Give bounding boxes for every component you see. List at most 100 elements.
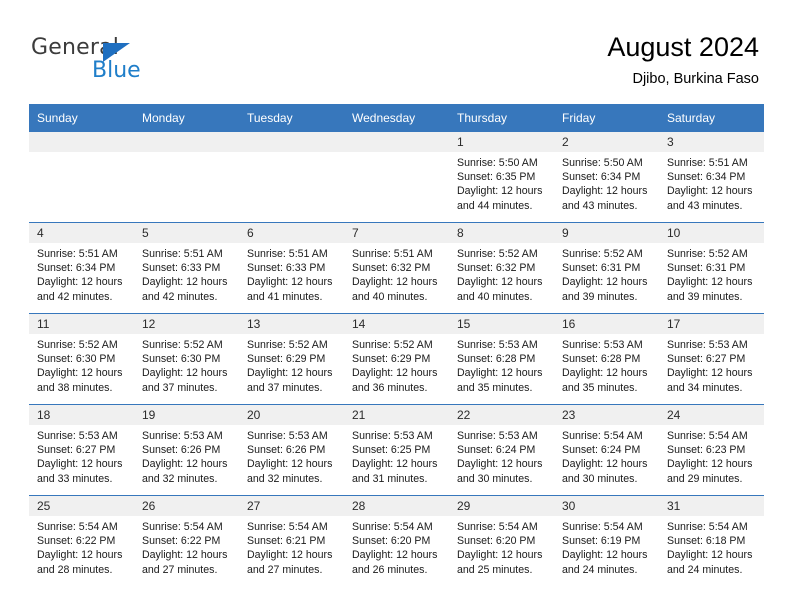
sunset-time: Sunset: 6:25 PM [352,444,431,457]
page-title: August 2024 [607,32,759,62]
calendar-day-cell[interactable]: 7 Sunrise: 5:51 AM Sunset: 6:32 PM Daylight… [344,222,449,314]
daylight-duration-line1: Daylight: 12 hours [247,276,333,289]
calendar-day-cell[interactable]: 21 Sunrise: 5:53 AM Sunset: 6:25 PM Dayligh… [344,404,449,496]
sunset-time: Sunset: 6:26 PM [247,444,326,457]
daylight-duration-line2: and 32 minutes. [247,472,323,485]
calendar-day-cell[interactable]: 18 Sunrise: 5:53 AM Sunset: 6:27 PM Dayligh… [29,404,134,496]
daylight-duration-line2: and 35 minutes. [562,381,638,394]
daylight-duration-line1: Daylight: 12 hours [247,367,333,380]
calendar-day-cell[interactable]: 28 Sunrise: 5:54 AM Sunset: 6:20 PM Dayligh… [344,495,449,586]
calendar-day-cell[interactable]: 26 Sunrise: 5:54 AM Sunset: 6:22 PM Dayligh… [134,495,239,586]
daylight-duration-line2: and 24 minutes. [667,563,743,576]
calendar-cell-empty [29,132,134,223]
daylight-duration-line1: Daylight: 12 hours [247,549,333,562]
calendar-body: 1 Sunrise: 5:50 AM Sunset: 6:35 PM Daylight… [29,132,764,586]
daylight-duration-line1: Daylight: 12 hours [457,367,543,380]
day-number: 24 [659,405,764,425]
calendar-day-cell[interactable]: 24 Sunrise: 5:54 AM Sunset: 6:23 PM Dayligh… [659,404,764,496]
daylight-duration-line2: and 27 minutes. [142,563,218,576]
sunset-time: Sunset: 6:30 PM [142,353,221,366]
day-details: Sunrise: 5:54 AM Sunset: 6:20 PM Daylight:… [449,516,554,577]
day-number: 18 [29,405,134,425]
daylight-duration-line1: Daylight: 12 hours [352,549,438,562]
daylight-duration-line1: Daylight: 12 hours [562,458,648,471]
sunset-time: Sunset: 6:20 PM [457,535,536,548]
sunset-time: Sunset: 6:31 PM [667,262,746,275]
daylight-duration-line1: Daylight: 12 hours [352,367,438,380]
day-number [29,132,134,152]
day-number: 21 [344,405,449,425]
daylight-duration-line1: Daylight: 12 hours [142,276,228,289]
sunrise-time: Sunrise: 5:53 AM [37,430,118,442]
calendar-day-cell[interactable]: 8 Sunrise: 5:52 AM Sunset: 6:32 PM Daylight… [449,222,554,314]
sunrise-time: Sunrise: 5:54 AM [457,521,538,533]
calendar-day-cell[interactable]: 3 Sunrise: 5:51 AM Sunset: 6:34 PM Daylight… [659,132,764,223]
calendar-day-cell[interactable]: 1 Sunrise: 5:50 AM Sunset: 6:35 PM Daylight… [449,132,554,223]
calendar-day-cell[interactable]: 30 Sunrise: 5:54 AM Sunset: 6:19 PM Dayligh… [554,495,659,586]
calendar-day-cell[interactable]: 5 Sunrise: 5:51 AM Sunset: 6:33 PM Daylight… [134,222,239,314]
general-blue-logo[interactable]: General Blue [31,36,181,84]
day-details: Sunrise: 5:50 AM Sunset: 6:34 PM Daylight:… [554,152,659,213]
sunrise-time: Sunrise: 5:51 AM [142,248,223,260]
column-header-thursday: Thursday [449,104,554,132]
day-details: Sunrise: 5:54 AM Sunset: 6:21 PM Daylight:… [239,516,344,577]
calendar-day-cell[interactable]: 31 Sunrise: 5:54 AM Sunset: 6:18 PM Dayligh… [659,495,764,586]
calendar-day-cell[interactable]: 10 Sunrise: 5:52 AM Sunset: 6:31 PM Dayligh… [659,222,764,314]
calendar-day-cell[interactable]: 29 Sunrise: 5:54 AM Sunset: 6:20 PM Dayligh… [449,495,554,586]
daylight-duration-line1: Daylight: 12 hours [37,276,123,289]
calendar-cell-empty [134,132,239,223]
calendar-header-row: Sunday Monday Tuesday Wednesday Thursday… [29,104,764,132]
calendar-day-cell[interactable]: 9 Sunrise: 5:52 AM Sunset: 6:31 PM Daylight… [554,222,659,314]
daylight-duration-line2: and 42 minutes. [37,290,113,303]
sunset-time: Sunset: 6:35 PM [457,171,536,184]
sunrise-time: Sunrise: 5:54 AM [352,521,433,533]
sunset-time: Sunset: 6:27 PM [667,353,746,366]
sunset-time: Sunset: 6:23 PM [667,444,746,457]
day-details: Sunrise: 5:52 AM Sunset: 6:29 PM Daylight:… [344,334,449,395]
calendar-day-cell[interactable]: 2 Sunrise: 5:50 AM Sunset: 6:34 PM Daylight… [554,132,659,223]
day-details: Sunrise: 5:53 AM Sunset: 6:25 PM Daylight:… [344,425,449,486]
day-details: Sunrise: 5:51 AM Sunset: 6:32 PM Daylight:… [344,243,449,304]
page-subtitle: Djibo, Burkina Faso [632,71,759,87]
calendar-day-cell[interactable]: 27 Sunrise: 5:54 AM Sunset: 6:21 PM Dayligh… [239,495,344,586]
column-header-sunday: Sunday [29,104,134,132]
daylight-duration-line2: and 30 minutes. [562,472,638,485]
calendar-day-cell[interactable]: 22 Sunrise: 5:53 AM Sunset: 6:24 PM Dayligh… [449,404,554,496]
sunrise-time: Sunrise: 5:50 AM [562,157,643,169]
day-number: 6 [239,223,344,243]
sunset-time: Sunset: 6:21 PM [247,535,326,548]
calendar-grid: Sunday Monday Tuesday Wednesday Thursday… [29,104,764,586]
sunrise-time: Sunrise: 5:54 AM [562,430,643,442]
calendar-day-cell[interactable]: 6 Sunrise: 5:51 AM Sunset: 6:33 PM Daylight… [239,222,344,314]
day-number: 12 [134,314,239,334]
sunrise-time: Sunrise: 5:53 AM [562,339,643,351]
day-number: 22 [449,405,554,425]
day-details: Sunrise: 5:52 AM Sunset: 6:30 PM Daylight:… [29,334,134,395]
sunrise-time: Sunrise: 5:52 AM [667,248,748,260]
calendar-day-cell[interactable]: 12 Sunrise: 5:52 AM Sunset: 6:30 PM Dayligh… [134,313,239,405]
calendar-day-cell[interactable]: 17 Sunrise: 5:53 AM Sunset: 6:27 PM Dayligh… [659,313,764,405]
calendar-day-cell[interactable]: 13 Sunrise: 5:52 AM Sunset: 6:29 PM Dayligh… [239,313,344,405]
calendar-day-cell[interactable]: 16 Sunrise: 5:53 AM Sunset: 6:28 PM Dayligh… [554,313,659,405]
day-number: 3 [659,132,764,152]
day-number: 7 [344,223,449,243]
sunset-time: Sunset: 6:29 PM [352,353,431,366]
daylight-duration-line2: and 35 minutes. [457,381,533,394]
daylight-duration-line1: Daylight: 12 hours [562,185,648,198]
day-details: Sunrise: 5:52 AM Sunset: 6:31 PM Daylight:… [554,243,659,304]
daylight-duration-line1: Daylight: 12 hours [667,185,753,198]
calendar-day-cell[interactable]: 23 Sunrise: 5:54 AM Sunset: 6:24 PM Dayligh… [554,404,659,496]
day-number [344,132,449,152]
calendar-day-cell[interactable]: 25 Sunrise: 5:54 AM Sunset: 6:22 PM Dayligh… [29,495,134,586]
day-number: 30 [554,496,659,516]
sunset-time: Sunset: 6:33 PM [142,262,221,275]
calendar-day-cell[interactable]: 14 Sunrise: 5:52 AM Sunset: 6:29 PM Dayligh… [344,313,449,405]
daylight-duration-line2: and 38 minutes. [37,381,113,394]
calendar-day-cell[interactable]: 11 Sunrise: 5:52 AM Sunset: 6:30 PM Dayligh… [29,313,134,405]
daylight-duration-line2: and 40 minutes. [457,290,533,303]
day-number: 10 [659,223,764,243]
calendar-day-cell[interactable]: 15 Sunrise: 5:53 AM Sunset: 6:28 PM Dayligh… [449,313,554,405]
calendar-day-cell[interactable]: 4 Sunrise: 5:51 AM Sunset: 6:34 PM Daylight… [29,222,134,314]
calendar-day-cell[interactable]: 20 Sunrise: 5:53 AM Sunset: 6:26 PM Dayligh… [239,404,344,496]
calendar-day-cell[interactable]: 19 Sunrise: 5:53 AM Sunset: 6:26 PM Dayligh… [134,404,239,496]
